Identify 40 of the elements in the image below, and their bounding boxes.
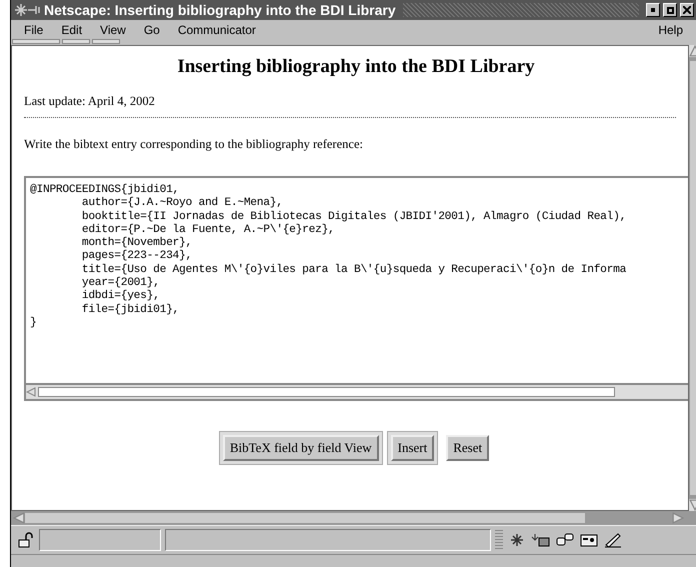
- instruction-text: Write the bibtext entry corresponding to the bibliography reference:: [24, 137, 364, 152]
- code-line: title={Uso de Agentes M\'{o}viles para la B\'{u}squeda y Recuperaci\'{o}n de Informa: [80, 264, 628, 276]
- page-heading: Inserting bibliography into the BDI Library: [176, 56, 536, 78]
- last-update-text: Last update: April 4, 2002: [24, 94, 156, 109]
- collapsed-toolbar-tab[interactable]: [92, 39, 120, 44]
- code-line: editor={P.~De la Fuente, A.~P\'{e}rez},: [80, 224, 336, 236]
- code-line: @INPROCEEDINGS{jbidi01,: [30, 184, 180, 196]
- menu-item[interactable]: File: [15, 22, 52, 36]
- form-button[interactable]: Insert: [386, 431, 438, 465]
- form-button[interactable]: BibTeX field by field View: [218, 431, 383, 465]
- minimize-button[interactable]: [646, 3, 660, 17]
- left-arrow-icon[interactable]: [26, 387, 36, 397]
- collapsed-toolbar-tab[interactable]: [12, 39, 60, 44]
- code-line: author={J.A.~Royo and E.~Mena},: [80, 197, 284, 210]
- address-card-icon[interactable]: [579, 532, 599, 548]
- collapsed-toolbar-tab[interactable]: [62, 39, 90, 44]
- code-line: }: [30, 316, 38, 330]
- menu-item[interactable]: Go: [134, 22, 169, 36]
- right-arrow-icon[interactable]: [672, 512, 684, 524]
- left-arrow-icon[interactable]: [13, 512, 25, 524]
- horizontal-scrollbar[interactable]: [11, 511, 696, 525]
- text-area-scrollbar[interactable]: [26, 383, 688, 399]
- menu-item[interactable]: Edit: [52, 22, 92, 36]
- code-line: file={jbidi01},: [80, 304, 180, 317]
- chat-icon[interactable]: [555, 532, 575, 548]
- maximize-button[interactable]: [663, 3, 677, 17]
- inbox-icon[interactable]: [531, 532, 551, 548]
- window-menu-icon[interactable]: [13, 3, 41, 17]
- pen-icon[interactable]: [603, 532, 623, 548]
- close-button[interactable]: [680, 3, 694, 17]
- menu-item[interactable]: Help: [649, 22, 692, 36]
- code-line: pages={223--234},: [80, 250, 193, 264]
- bibtex-text-area[interactable]: [24, 176, 688, 401]
- code-line: month={November},: [80, 237, 193, 250]
- code-line: booktitle={II Jornadas de Bibliotecas Digitales (JBIDI'2001), Almagro (Ciudad Real),: [80, 210, 628, 224]
- code-line: idbdi={yes},: [80, 290, 161, 304]
- menu-item[interactable]: View: [91, 22, 135, 36]
- window-title: Netscape: Inserting bibliography into the BDI Library: [44, 2, 396, 18]
- code-line: year={2001},: [80, 277, 161, 290]
- menu-item[interactable]: Communicator: [168, 22, 265, 36]
